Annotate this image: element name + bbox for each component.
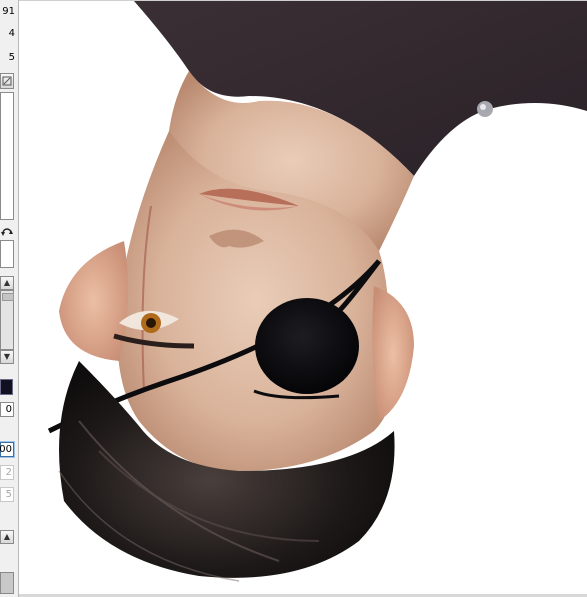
drawing-canvas[interactable]: [19, 0, 587, 595]
scroll-down-icon[interactable]: ▼: [0, 350, 14, 364]
numeric-field-4-value: 5: [5, 489, 12, 500]
size-field[interactable]: [0, 240, 14, 268]
numeric-field-2-value: 00: [0, 444, 12, 455]
list-box[interactable]: [0, 572, 14, 594]
tool-options-panel: 91 4 5 ▲ ▼ 0 00 2 5 ▲: [0, 0, 19, 597]
numeric-field-3-value: 2: [5, 467, 12, 478]
value-readout-3: 5: [8, 52, 15, 63]
numeric-field-1-value: 0: [5, 404, 12, 415]
scroll-track[interactable]: [0, 290, 14, 350]
value-readout-2: 4: [8, 28, 15, 39]
list-scroll-up-icon[interactable]: ▲: [0, 530, 14, 544]
preview-box: [0, 92, 14, 220]
scroll-up-icon[interactable]: ▲: [0, 276, 14, 290]
numeric-field-2[interactable]: 00: [0, 442, 14, 457]
numeric-field-3[interactable]: 2: [0, 465, 14, 480]
rotate-icon[interactable]: [1, 224, 13, 236]
scroll-thumb[interactable]: [2, 293, 14, 301]
value-readout-1: 91: [2, 6, 15, 17]
numeric-field-4[interactable]: 5: [0, 487, 14, 502]
numeric-field-1[interactable]: 0: [0, 402, 14, 417]
painting-artwork: [47, 1, 587, 582]
color-swatch-icon[interactable]: [0, 379, 13, 395]
reset-icon[interactable]: [0, 73, 14, 89]
